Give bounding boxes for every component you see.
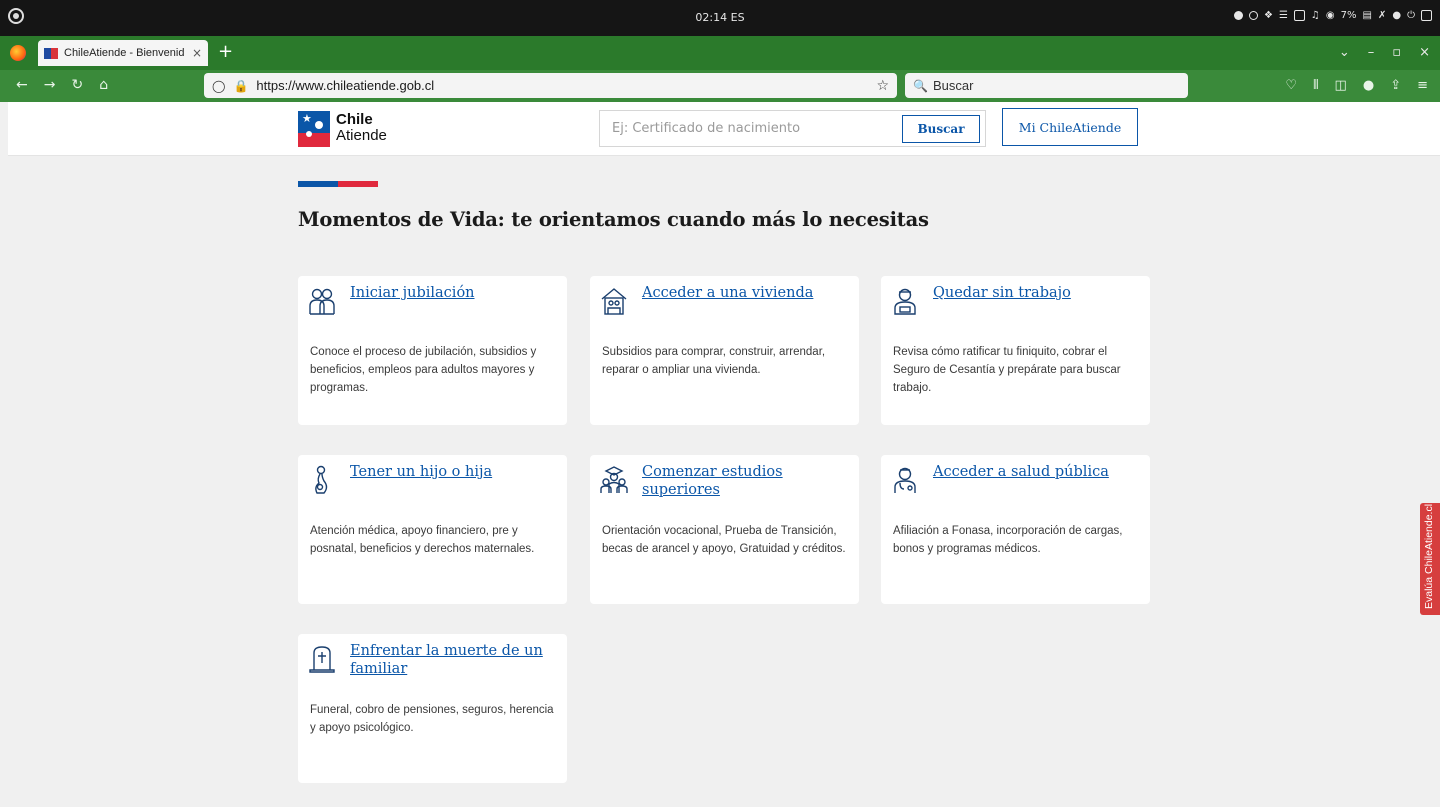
site-search-button[interactable]: Buscar bbox=[902, 115, 980, 143]
clipboard-icon[interactable]: ▤ bbox=[1363, 10, 1372, 21]
card-description: Funeral, cobro de pensiones, seguros, he… bbox=[310, 704, 554, 734]
list-tabs-button[interactable]: ⌄ bbox=[1339, 45, 1350, 60]
card-title[interactable]: Comenzar estudios superiores bbox=[642, 463, 842, 499]
graduates-icon bbox=[600, 466, 628, 493]
window-icon[interactable] bbox=[1293, 10, 1305, 21]
page-viewport: ★ Chile Atiende Buscar Mi ChileAtiende M… bbox=[8, 102, 1440, 807]
pocket-icon[interactable]: ♡ bbox=[1285, 78, 1297, 93]
browser-search-field[interactable]: 🔍 Buscar bbox=[905, 73, 1188, 98]
wifi-icon[interactable]: ◉ bbox=[1326, 10, 1335, 21]
mi-chileatiende-button[interactable]: Mi ChileAtiende bbox=[1002, 108, 1138, 146]
lock-icon[interactable]: 🔒 bbox=[233, 79, 248, 93]
card-description: Conoce el proceso de jubilación, subsidi… bbox=[310, 346, 537, 394]
bell-icon[interactable]: ♫ bbox=[1311, 10, 1320, 21]
card-title[interactable]: Iniciar jubilación bbox=[350, 284, 550, 302]
account-icon[interactable]: ● bbox=[1363, 78, 1374, 93]
card-description: Subsidios para comprar, construir, arren… bbox=[602, 346, 826, 376]
section-title: Momentos de Vida: te orientamos cuando m… bbox=[298, 208, 929, 231]
card-description: Revisa cómo ratificar tu finiquito, cobr… bbox=[893, 346, 1121, 394]
library-icon[interactable]: ⫴ bbox=[1313, 78, 1318, 93]
firefox-icon bbox=[10, 45, 26, 61]
tombstone-icon bbox=[309, 646, 335, 673]
site-header: ★ Chile Atiende Buscar Mi ChileAtiende bbox=[8, 102, 1440, 156]
browser-tab-strip: ChileAtiende - Bienvenid × + ⌄ – ▫ × bbox=[0, 36, 1440, 70]
card-description: Afiliación a Fonasa, incorporación de ca… bbox=[893, 525, 1123, 555]
os-clock-time: 02:14 bbox=[695, 11, 728, 24]
maximize-button[interactable]: ▫ bbox=[1392, 45, 1401, 60]
url-text[interactable]: https://www.chileatiende.gob.cl bbox=[256, 78, 876, 93]
bookmark-star-icon[interactable]: ☆ bbox=[876, 78, 889, 94]
extensions-icon[interactable]: ⇪ bbox=[1390, 78, 1401, 93]
battery-label: 7% bbox=[1340, 10, 1357, 21]
card-comenzar-estudios[interactable]: Comenzar estudios superiores Orientación… bbox=[590, 455, 859, 604]
doctor-icon bbox=[894, 467, 916, 493]
home-icon[interactable]: ⌂ bbox=[99, 77, 108, 93]
screen-icon[interactable] bbox=[1421, 10, 1432, 21]
card-iniciar-jubilacion[interactable]: Iniciar jubilación Conoce el proceso de … bbox=[298, 276, 567, 425]
pin-icon[interactable]: ✗ bbox=[1378, 10, 1386, 21]
os-clock[interactable]: 02:14 ES bbox=[0, 11, 1440, 24]
card-tener-hijo[interactable]: Tener un hijo o hija Atención médica, ap… bbox=[298, 455, 567, 604]
card-muerte-familiar[interactable]: Enfrentar la muerte de un familiar Funer… bbox=[298, 634, 567, 783]
sidebar-icon[interactable]: ◫ bbox=[1335, 78, 1347, 93]
card-description: Atención médica, apoyo financiero, pre y… bbox=[310, 525, 535, 555]
browser-nav-bar: ← → ↻ ⌂ ◯ 🔒 https://www.chileatiende.gob… bbox=[0, 70, 1440, 102]
power-icon[interactable]: ⏻ bbox=[1407, 10, 1415, 21]
site-search: Buscar bbox=[599, 110, 986, 147]
keyboard-layout-label: ES bbox=[730, 11, 745, 24]
shield-icon[interactable]: ● bbox=[1392, 10, 1401, 21]
worker-icon bbox=[894, 288, 916, 315]
logo-text-chile: Chile bbox=[336, 111, 373, 128]
house-icon bbox=[601, 288, 627, 315]
hamburger-menu-icon[interactable]: ≡ bbox=[1417, 78, 1428, 93]
card-title[interactable]: Acceder a una vivienda bbox=[642, 284, 842, 302]
toolbar-icons: ♡ ⫴ ◫ ● ⇪ ≡ bbox=[1285, 78, 1428, 93]
os-top-bar: 02:14 ES ❖ ☰ ♫ ◉ 7% ▤ ✗ ● ⏻ bbox=[0, 0, 1440, 36]
flag-accent-bar bbox=[298, 181, 378, 187]
card-acceder-vivienda[interactable]: Acceder a una vivienda Subsidios para co… bbox=[590, 276, 859, 425]
pregnancy-icon bbox=[315, 465, 328, 494]
forward-arrow-icon[interactable]: → bbox=[44, 77, 56, 93]
card-description: Orientación vocacional, Prueba de Transi… bbox=[602, 525, 846, 555]
card-salud-publica[interactable]: Acceder a salud pública Afiliación a Fon… bbox=[881, 455, 1150, 604]
card-title[interactable]: Tener un hijo o hija bbox=[350, 463, 550, 481]
card-quedar-sin-trabajo[interactable]: Quedar sin trabajo Revisa cómo ratificar… bbox=[881, 276, 1150, 425]
menu-lines-icon[interactable]: ☰ bbox=[1279, 10, 1288, 21]
feedback-side-tab[interactable]: Evalúa ChileAtiende.cl bbox=[1420, 503, 1440, 615]
logo-mark-icon: ★ bbox=[298, 111, 330, 147]
site-search-input[interactable] bbox=[600, 111, 900, 146]
browser-search-placeholder: Buscar bbox=[932, 78, 974, 93]
card-title[interactable]: Acceder a salud pública bbox=[933, 463, 1133, 481]
system-tray: ❖ ☰ ♫ ◉ 7% ▤ ✗ ● ⏻ bbox=[1233, 10, 1432, 21]
url-bar[interactable]: ◯ 🔒 https://www.chileatiende.gob.cl ☆ bbox=[204, 73, 897, 98]
nav-buttons: ← → ↻ ⌂ bbox=[16, 77, 108, 93]
new-tab-button[interactable]: + bbox=[218, 43, 233, 61]
reload-icon[interactable]: ↻ bbox=[71, 77, 83, 93]
status-dot-icon bbox=[1233, 11, 1243, 20]
tracking-shield-icon[interactable]: ◯ bbox=[212, 79, 225, 93]
back-arrow-icon[interactable]: ← bbox=[16, 77, 28, 93]
search-icon: 🔍 bbox=[913, 78, 928, 93]
card-title[interactable]: Quedar sin trabajo bbox=[933, 284, 1133, 302]
chileatiende-logo[interactable]: ★ Chile Atiende bbox=[298, 111, 398, 147]
tab-title: ChileAtiende - Bienvenid bbox=[64, 47, 185, 59]
card-title[interactable]: Enfrentar la muerte de un familiar bbox=[350, 642, 550, 678]
chileatiende-favicon bbox=[44, 47, 58, 59]
feedback-tab-label: Evalúa ChileAtiende.cl bbox=[1423, 503, 1435, 609]
minimize-button[interactable]: – bbox=[1368, 45, 1375, 60]
elderly-couple-icon bbox=[309, 288, 335, 315]
logo-text-atiende: Atiende bbox=[336, 127, 387, 144]
dropbox-icon[interactable]: ❖ bbox=[1264, 10, 1273, 21]
tab-chileatiende[interactable]: ChileAtiende - Bienvenid × bbox=[38, 40, 208, 66]
close-window-button[interactable]: × bbox=[1419, 45, 1430, 60]
tab-close-icon[interactable]: × bbox=[192, 46, 202, 60]
window-controls: ⌄ – ▫ × bbox=[1339, 45, 1430, 60]
status-ring-icon bbox=[1248, 11, 1258, 20]
